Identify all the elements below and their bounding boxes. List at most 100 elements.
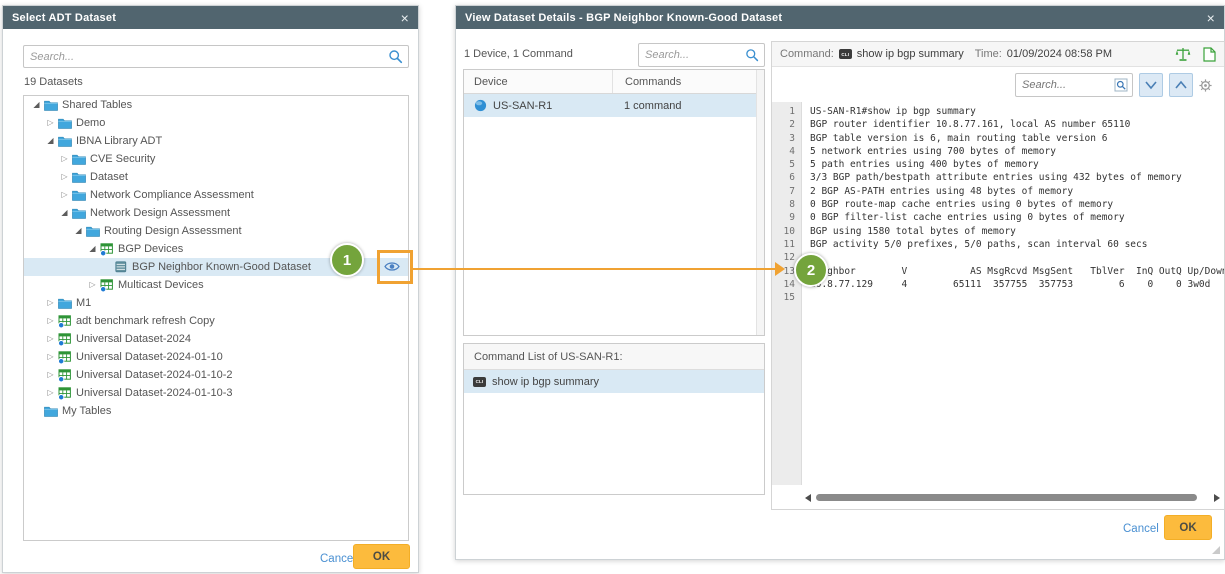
expand-icon[interactable]: ▷	[44, 298, 57, 308]
annotation-highlight-box	[377, 250, 413, 284]
tree-item-label: Universal Dataset-2024-01-10	[76, 351, 223, 363]
find-previous-button[interactable]	[1169, 73, 1193, 97]
tree-item-multicast-devices[interactable]: ▷ Multicast Devices	[24, 276, 408, 294]
tree-item-routing-design-assessment[interactable]: ◢ Routing Design Assessment	[24, 222, 408, 240]
tree-item-demo[interactable]: ▷Demo	[24, 114, 408, 132]
collapse-icon[interactable]: ◢	[58, 208, 71, 218]
folder-icon	[57, 297, 72, 309]
annotation-arrowhead	[775, 262, 785, 276]
command-output-panel: Command: CLI show ip bgp summary Time: 0…	[771, 41, 1225, 510]
ok-button[interactable]: OK	[1164, 515, 1212, 540]
device-table-scrollbar[interactable]	[756, 70, 764, 335]
tree-item-universal-dataset-2024-01-10[interactable]: ▷ Universal Dataset-2024-01-10	[24, 348, 408, 366]
tree-item-shared-tables[interactable]: ◢Shared Tables	[24, 96, 408, 114]
device-table: Device Commands US-SAN-R1 1 command	[463, 69, 765, 336]
collapse-icon[interactable]: ◢	[86, 244, 99, 254]
dataset-table-icon	[113, 261, 128, 273]
tree-item-label: Universal Dataset-2024	[76, 333, 191, 345]
search-icon[interactable]	[745, 48, 759, 62]
ok-button[interactable]: OK	[353, 544, 410, 569]
folder-icon	[43, 99, 58, 111]
scrollbar-track[interactable]	[814, 493, 1211, 502]
find-in-page-icon[interactable]	[1114, 78, 1128, 92]
expand-icon[interactable]: ▷	[58, 190, 71, 200]
tree-item-label: BGP Neighbor Known-Good Dataset	[132, 261, 311, 273]
folder-icon	[57, 117, 72, 129]
output-search-box	[1015, 73, 1133, 97]
tree-item-label: Routing Design Assessment	[104, 225, 242, 237]
terminal-output-text: US-SAN-R1#show ip bgp summary BGP router…	[802, 102, 1224, 485]
expand-icon[interactable]: ▷	[44, 388, 57, 398]
tree-item-network-design-assessment[interactable]: ◢ Network Design Assessment	[24, 204, 408, 222]
command-output-header: Command: CLI show ip bgp summary Time: 0…	[772, 42, 1224, 67]
scroll-right-arrow[interactable]	[1214, 494, 1220, 502]
tree-item-adt-benchmark-refresh-copy[interactable]: ▷adt benchmark refresh Copy	[24, 312, 408, 330]
tree-item-my-tables[interactable]: My Tables	[24, 402, 408, 420]
dataset-search-box	[23, 45, 409, 68]
tree-item-label: CVE Security	[90, 153, 155, 165]
device-column-header: Device	[464, 70, 613, 93]
resize-handle[interactable]	[1212, 546, 1220, 554]
expand-icon[interactable]: ▷	[44, 370, 57, 380]
expand-icon[interactable]: ▷	[44, 352, 57, 362]
tree-item-label: IBNA Library ADT	[76, 135, 162, 147]
tree-item-universal-dataset-2024-01-10-3[interactable]: ▷Universal Dataset-2024-01-10-3	[24, 384, 408, 402]
expand-icon[interactable]: ▷	[58, 172, 71, 182]
dataset-table-icon	[57, 333, 72, 346]
device-search-input[interactable]	[639, 49, 745, 61]
device-row[interactable]: US-SAN-R1 1 command	[464, 94, 764, 117]
tree-item-network-compliance-assessment[interactable]: ▷Network Compliance Assessment	[24, 186, 408, 204]
scrollbar-thumb[interactable]	[816, 494, 1197, 501]
details-dialog-title: View Dataset Details - BGP Neighbor Know…	[465, 12, 782, 24]
details-dialog-titlebar: View Dataset Details - BGP Neighbor Know…	[456, 6, 1224, 29]
folder-icon	[71, 207, 86, 219]
select-dialog-title: Select ADT Dataset	[12, 12, 116, 24]
expand-icon[interactable]: ▷	[44, 334, 57, 344]
horizontal-scrollbar	[805, 491, 1220, 504]
search-icon[interactable]	[388, 49, 403, 64]
command-list-item-label: show ip bgp summary	[492, 376, 599, 388]
scroll-left-arrow[interactable]	[805, 494, 811, 502]
tree-item-dataset[interactable]: ▷Dataset	[24, 168, 408, 186]
close-icon[interactable]: ×	[401, 11, 409, 25]
cancel-button[interactable]: Cancel	[1117, 522, 1165, 536]
dataset-table-icon	[99, 243, 114, 256]
output-search-input[interactable]	[1016, 79, 1114, 91]
time-label: Time:	[975, 48, 1002, 60]
annotation-step-1-badge: 1	[330, 243, 364, 277]
tree-item-m1[interactable]: ▷M1	[24, 294, 408, 312]
tree-item-universal-dataset-2024[interactable]: ▷ Universal Dataset-2024	[24, 330, 408, 348]
output-toolbar	[772, 67, 1224, 103]
settings-gear-icon[interactable]	[1199, 79, 1212, 92]
tree-item-ibna-library-adt[interactable]: ◢ IBNA Library ADT	[24, 132, 408, 150]
annotation-arrow	[410, 268, 777, 270]
command-list-item[interactable]: CLI show ip bgp summary	[464, 370, 764, 393]
export-document-icon[interactable]	[1203, 47, 1216, 62]
command-label: Command:	[780, 48, 834, 60]
dataset-table-icon	[57, 315, 72, 328]
collapse-icon[interactable]: ◢	[72, 226, 85, 236]
find-next-button[interactable]	[1139, 73, 1163, 97]
tree-item-universal-dataset-2024-01-10-2[interactable]: ▷Universal Dataset-2024-01-10-2	[24, 366, 408, 384]
dataset-search-input[interactable]	[24, 51, 388, 63]
device-command-summary: 1 Device, 1 Command	[464, 48, 573, 60]
cli-icon: CLI	[473, 377, 486, 387]
collapse-icon[interactable]: ◢	[44, 136, 57, 146]
folder-icon	[85, 225, 100, 237]
expand-icon[interactable]: ▷	[86, 280, 99, 290]
expand-icon[interactable]: ▷	[44, 118, 57, 128]
dataset-tree: ◢Shared Tables▷Demo ◢ IBNA Library ADT ▷ CVE…	[23, 95, 409, 541]
command-list-header: Command List of US-SAN-R1:	[464, 344, 764, 370]
close-icon[interactable]: ×	[1207, 11, 1215, 25]
expand-icon[interactable]: ▷	[44, 316, 57, 326]
tree-item-label: Multicast Devices	[118, 279, 204, 291]
dataset-table-icon	[57, 351, 72, 364]
device-globe-icon	[474, 99, 487, 112]
tree-item-label: BGP Devices	[118, 243, 183, 255]
expand-icon[interactable]: ▷	[58, 154, 71, 164]
compare-scales-icon[interactable]	[1175, 47, 1191, 62]
device-name: US-SAN-R1	[493, 100, 552, 112]
collapse-icon[interactable]: ◢	[30, 100, 43, 110]
tree-item-cve-security[interactable]: ▷ CVE Security	[24, 150, 408, 168]
tree-item-label: Network Design Assessment	[90, 207, 230, 219]
